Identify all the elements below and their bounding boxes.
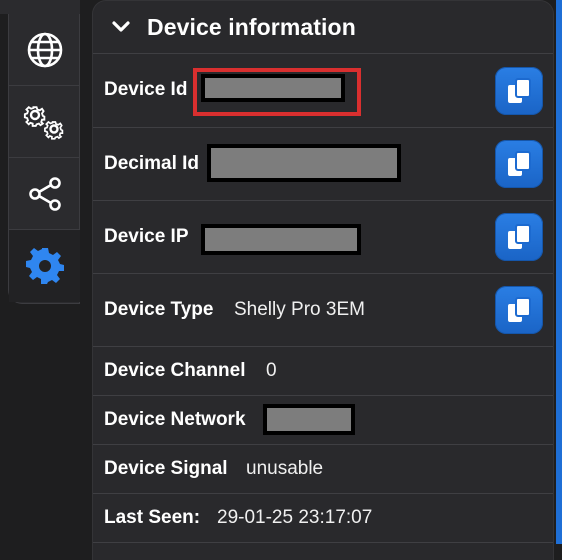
rail-item-settings[interactable] — [9, 230, 80, 302]
gears-icon — [23, 105, 63, 140]
device-network-label: Device Network — [104, 409, 246, 430]
copy-device-ip-button[interactable] — [495, 213, 543, 261]
gear-icon — [25, 248, 64, 284]
globe-icon — [27, 32, 62, 67]
copy-device-type-button[interactable] — [495, 286, 543, 334]
rail-top-strip — [0, 0, 80, 14]
rail-item-advanced-settings[interactable] — [9, 86, 80, 158]
copy-icon — [508, 151, 531, 176]
copy-icon — [508, 297, 531, 322]
copy-decimal-id-button[interactable] — [495, 140, 543, 188]
rail-item-network[interactable] — [9, 14, 80, 86]
copy-icon — [508, 78, 531, 103]
device-id-label: Device Id — [104, 79, 188, 100]
row-device-type: Device Type Shelly Pro 3EM — [93, 274, 553, 347]
row-device-channel: Device Channel 0 — [93, 347, 553, 396]
panel-header[interactable]: Device information — [93, 1, 553, 54]
panel-title: Device information — [147, 13, 356, 40]
copy-icon — [508, 224, 531, 249]
row-last-seen: Last Seen: 29-01-25 23:17:07 — [93, 494, 553, 543]
decimal-id-label: Decimal Id — [104, 153, 200, 174]
device-ip-label: Device IP — [104, 226, 189, 247]
device-ip-redacted — [201, 224, 361, 255]
device-network-redacted — [263, 404, 355, 435]
device-channel-label: Device Channel — [104, 360, 246, 381]
window-edge — [556, 0, 562, 544]
rail-item-share[interactable] — [9, 158, 80, 230]
device-type-value: Shelly Pro 3EM — [234, 299, 365, 320]
row-device-ip: Device IP — [93, 201, 553, 274]
device-info-panel: Device information Device Id Decimal Id … — [92, 0, 554, 560]
chevron-down-icon[interactable] — [111, 20, 131, 34]
share-icon — [28, 176, 61, 211]
last-seen-label: Last Seen: — [104, 507, 201, 528]
device-channel-value: 0 — [266, 360, 277, 381]
device-signal-value: unusable — [246, 458, 324, 479]
copy-device-id-button[interactable] — [495, 67, 543, 115]
last-seen-value: 29-01-25 23:17:07 — [217, 507, 373, 528]
row-device-network: Device Network — [93, 396, 553, 445]
device-signal-label: Device Signal — [104, 458, 228, 479]
row-device-signal: Device Signal unusable — [93, 445, 553, 494]
device-type-label: Device Type — [104, 299, 214, 320]
sidebar-rail — [8, 14, 80, 304]
device-id-redacted — [201, 74, 345, 102]
row-decimal-id: Decimal Id — [93, 128, 553, 201]
row-device-id: Device Id — [93, 54, 553, 128]
decimal-id-redacted — [207, 144, 401, 182]
